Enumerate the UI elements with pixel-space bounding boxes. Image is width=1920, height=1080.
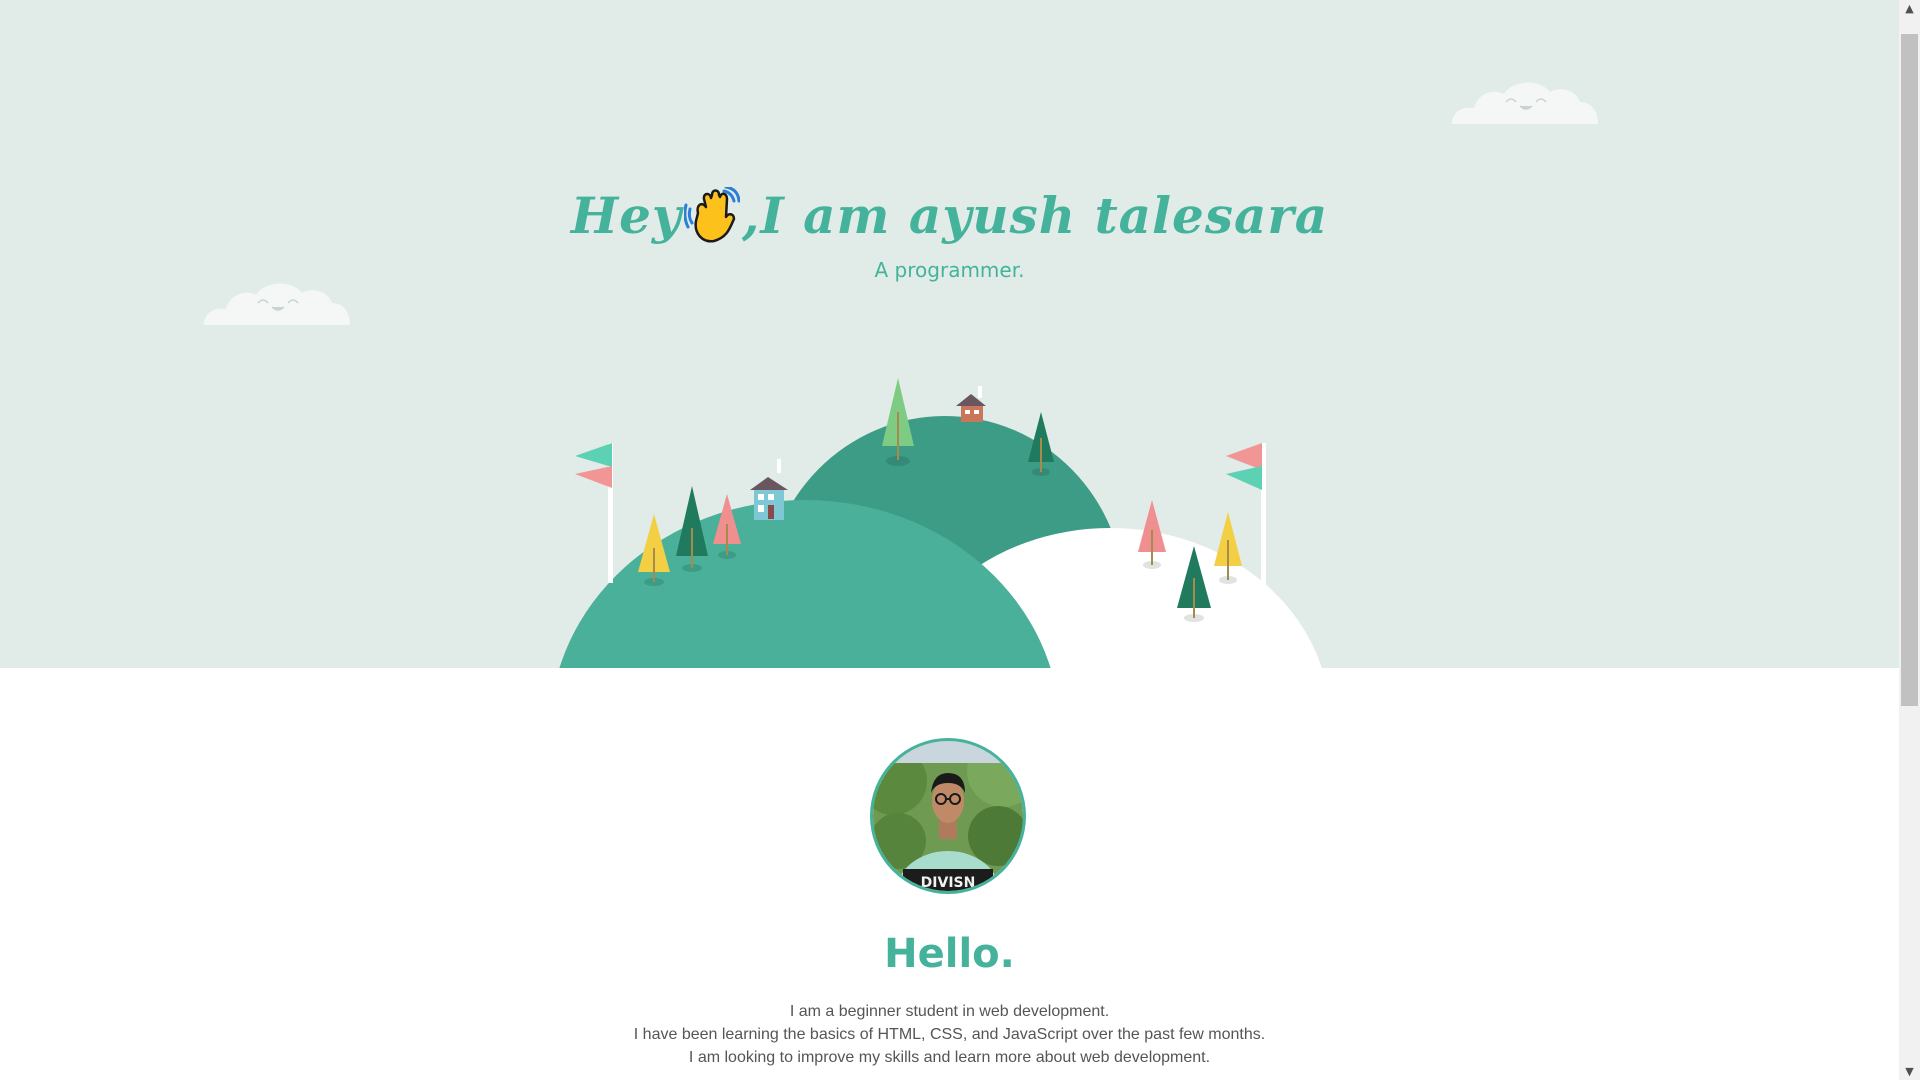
scroll-up-arrow-icon[interactable]: ▲: [1899, 0, 1920, 17]
bio-line: I have been learning the basics of HTML,…: [633, 1026, 1266, 1043]
house-icon: [956, 386, 986, 422]
svg-text:DIVISN: DIVISN: [921, 875, 976, 891]
bio-text: I am a beginner student in web developme…: [0, 1000, 1899, 1069]
bio-line: I am a beginner student in web developme…: [789, 1003, 1110, 1020]
scrollbar-thumb[interactable]: [1901, 34, 1918, 706]
browser-viewport: Hey ,I am ayush talesara A programmer. D…: [0, 0, 1899, 1080]
hills-illustration: [559, 378, 1322, 668]
flag-left-icon: [575, 443, 613, 583]
about-section: DIVISN Hello. I am a beginner student in…: [0, 668, 1899, 1080]
hero-section: Hey ,I am ayush talesara A programmer.: [0, 0, 1899, 668]
house-icon: [750, 459, 788, 520]
page: Hey ,I am ayush talesara A programmer. D…: [0, 0, 1920, 1080]
scroll-down-arrow-icon[interactable]: ▼: [1899, 1063, 1920, 1080]
section-heading: Hello.: [884, 931, 1015, 977]
bio-line: I am looking to improve my skills and le…: [688, 1049, 1211, 1066]
vertical-scrollbar[interactable]: ▲ ▼: [1899, 0, 1920, 1080]
avatar: DIVISN: [870, 738, 1026, 894]
profile-photo: DIVISN: [873, 741, 1023, 891]
